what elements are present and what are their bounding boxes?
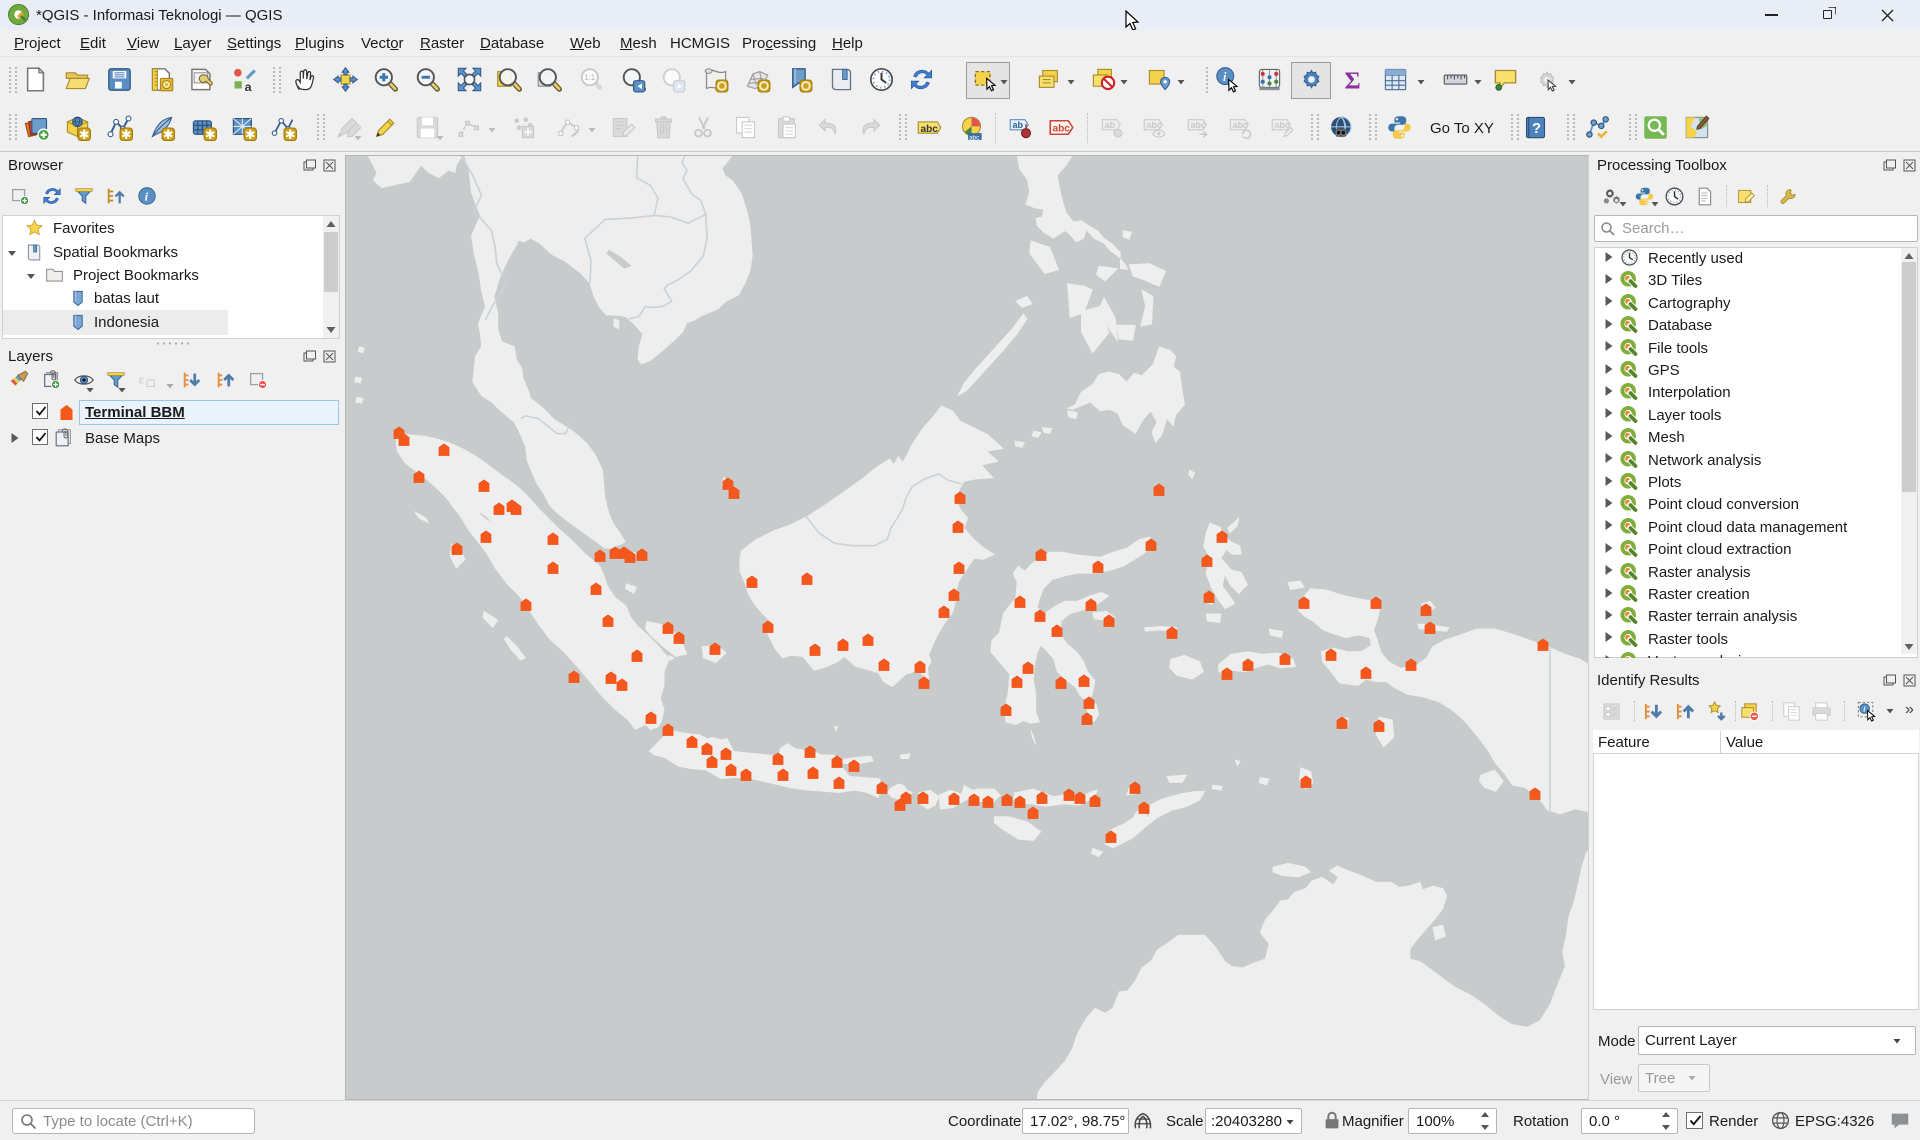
svg-text:abc: abc xyxy=(921,124,939,135)
svg-text:1:1: 1:1 xyxy=(584,73,595,82)
svg-text:Σ: Σ xyxy=(1345,68,1361,94)
svg-text:abc: abc xyxy=(1233,120,1249,130)
svg-text:?: ? xyxy=(1532,121,1541,137)
svg-text:ab: ab xyxy=(1013,120,1024,130)
svg-text:abc: abc xyxy=(1191,120,1207,130)
svg-text:ab: ab xyxy=(1105,120,1116,130)
svg-text:a: a xyxy=(245,80,252,93)
svg-text:abc: abc xyxy=(969,134,979,141)
svg-text:abc: abc xyxy=(1147,120,1163,130)
svg-text:abc: abc xyxy=(1053,123,1071,134)
svg-text:i: i xyxy=(1223,70,1227,84)
svg-text:abc: abc xyxy=(1275,120,1291,130)
svg-text:ε: ε xyxy=(139,373,145,387)
